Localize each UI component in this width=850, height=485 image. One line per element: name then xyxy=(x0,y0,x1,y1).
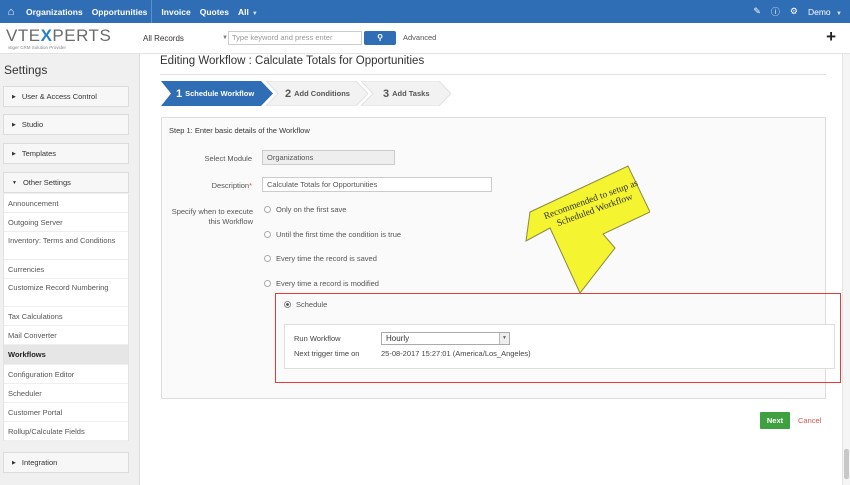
logo-wordmark: VTEXPERTS xyxy=(6,26,112,45)
caret-right-icon: ▶ xyxy=(12,121,16,128)
option-schedule[interactable]: Schedule xyxy=(284,300,327,309)
annotation-arrow xyxy=(525,165,650,294)
chevron-down-icon: ▼ xyxy=(251,10,258,17)
run-workflow-label: Run Workflow xyxy=(294,334,341,343)
next-trigger-label: Next trigger time on xyxy=(294,349,360,358)
records-dropdown[interactable]: All Records ▼ xyxy=(143,31,228,45)
home-icon[interactable]: ⌂ xyxy=(0,6,22,18)
option-every-save[interactable]: Every time the record is saved xyxy=(264,254,377,263)
nav-opportunities[interactable]: Opportunities xyxy=(92,7,148,17)
step-3-label: 3 Add Tasks xyxy=(383,88,430,100)
description-input[interactable]: Calculate Totals for Opportunities xyxy=(262,177,492,192)
search-button[interactable]: ⚲ xyxy=(364,31,396,45)
gear-icon[interactable]: ⚙ xyxy=(790,6,798,17)
search-input[interactable]: Type keyword and press enter xyxy=(228,31,362,45)
next-trigger-value: 25-08-2017 15:27:01 (America/Los_Angeles… xyxy=(381,349,531,358)
user-menu[interactable]: Demo ▼ xyxy=(808,7,842,17)
nav-organizations[interactable]: Organizations xyxy=(26,7,83,17)
chevron-down-icon: ▼ xyxy=(836,10,842,17)
sidebar-item-mail-converter[interactable]: Mail Converter xyxy=(4,326,128,346)
chevron-down-icon: ▼ xyxy=(499,333,509,344)
step-schedule-workflow[interactable]: 1 Schedule Workflow xyxy=(161,81,273,106)
scrollbar[interactable] xyxy=(842,54,850,485)
records-dropdown-label: All Records xyxy=(143,33,184,43)
top-right-tools: ✎ ⓘ ⚙ Demo ▼ xyxy=(753,0,842,23)
radio-button[interactable] xyxy=(264,280,271,287)
run-workflow-value: Hourly xyxy=(386,334,410,343)
select-module-label: Select Module xyxy=(204,154,252,163)
option-until-condition[interactable]: Until the first time the condition is tr… xyxy=(264,230,401,239)
radio-button[interactable] xyxy=(264,255,271,262)
next-button[interactable]: Next xyxy=(760,412,790,429)
advanced-search-link[interactable]: Advanced xyxy=(403,33,436,42)
scrollbar-thumb[interactable] xyxy=(844,449,849,479)
sidebar-item-outgoing-server[interactable]: Outgoing Server xyxy=(4,213,128,233)
divider xyxy=(160,74,826,75)
execute-when-label: Specify when to execute this Workflow xyxy=(171,207,253,226)
settings-sidebar: Settings ▶ User & Access Control ▶ Studio … xyxy=(0,54,140,485)
workflow-details-panel: Step 1: Enter basic details of the Workf… xyxy=(161,117,841,399)
sidebar-section-other-settings[interactable]: ▼ Other Settings xyxy=(3,172,129,193)
wizard-steps: 1 Schedule Workflow 2 Add Conditions 3 Add … xyxy=(161,81,481,106)
nav-divider xyxy=(151,0,153,23)
logo-tagline: vtiger CRM Solution Provider xyxy=(8,45,67,50)
search-icon: ⚲ xyxy=(377,33,383,42)
schedule-settings-box: Run Workflow Hourly ▼ Next trigger time o… xyxy=(284,324,835,369)
sidebar-section-templates[interactable]: ▶ Templates xyxy=(3,143,129,164)
sidebar-item-tax-calculations[interactable]: Tax Calculations xyxy=(4,307,128,327)
schedule-highlight-box: Schedule Run Workflow Hourly ▼ Next trigg… xyxy=(275,293,841,383)
pencil-icon[interactable]: ✎ xyxy=(753,6,761,17)
sidebar-item-customer-portal[interactable]: Customer Portal xyxy=(4,403,128,422)
step-heading: Step 1: Enter basic details of the Workf… xyxy=(169,126,310,135)
user-name: Demo xyxy=(807,6,831,17)
sidebar-item-announcement[interactable]: Announcement xyxy=(4,194,128,214)
step-2-label: 2 Add Conditions xyxy=(285,88,350,100)
sidebar-item-workflows[interactable]: Workflows xyxy=(4,345,128,365)
logo[interactable]: VTEXPERTS vtiger CRM Solution Provider xyxy=(6,27,126,51)
caret-right-icon: ▶ xyxy=(12,150,16,157)
search-bar-row: VTEXPERTS vtiger CRM Solution Provider A… xyxy=(0,23,850,54)
sidebar-item-configuration-editor[interactable]: Configuration Editor xyxy=(4,365,128,384)
add-icon[interactable]: + xyxy=(826,28,836,46)
sidebar-item-customize-numbering[interactable]: Customize Record Numbering xyxy=(4,279,128,308)
radio-button-selected[interactable] xyxy=(284,301,291,308)
step-add-tasks[interactable]: 3 Add Tasks xyxy=(361,81,451,106)
radio-button[interactable] xyxy=(264,231,271,238)
sidebar-item-inventory-terms[interactable]: Inventory: Terms and Conditions xyxy=(4,232,128,261)
step-1-label: 1 Schedule Workflow xyxy=(176,88,255,100)
sidebar-item-scheduler[interactable]: Scheduler xyxy=(4,384,128,403)
main-content: Editing Workflow : Calculate Totals for … xyxy=(141,54,850,485)
page-title: Editing Workflow : Calculate Totals for … xyxy=(160,55,425,67)
select-module-field: Organizations xyxy=(262,150,395,165)
nav-quotes[interactable]: Quotes xyxy=(200,7,229,17)
option-every-modify[interactable]: Every time a record is modified xyxy=(264,279,379,288)
sidebar-item-currencies[interactable]: Currencies xyxy=(4,260,128,280)
step-add-conditions[interactable]: 2 Add Conditions xyxy=(266,81,368,106)
sidebar-section-studio[interactable]: ▶ Studio xyxy=(3,114,129,135)
run-workflow-select[interactable]: Hourly ▼ xyxy=(381,332,510,345)
nav-invoice[interactable]: Invoice xyxy=(161,7,190,17)
radio-button[interactable] xyxy=(264,206,271,213)
sidebar-title: Settings xyxy=(4,63,48,77)
description-label: Description* xyxy=(211,181,252,190)
cancel-link[interactable]: Cancel xyxy=(798,416,821,425)
sidebar-section-user-access[interactable]: ▶ User & Access Control xyxy=(3,86,129,107)
top-nav-bar: ⌂ Organizations Opportunities Invoice Qu… xyxy=(0,0,850,23)
nav-all-label: All xyxy=(238,6,249,17)
option-first-save[interactable]: Only on the first save xyxy=(264,205,346,214)
caret-down-icon: ▼ xyxy=(12,179,17,186)
info-icon[interactable]: ⓘ xyxy=(771,5,780,18)
caret-right-icon: ▶ xyxy=(12,459,16,466)
caret-right-icon: ▶ xyxy=(12,93,16,100)
sidebar-section-integration[interactable]: ▶ Integration xyxy=(3,452,129,473)
nav-all[interactable]: All ▼ xyxy=(238,7,258,17)
sidebar-item-rollup-fields[interactable]: Rollup/Calculate Fields xyxy=(4,422,128,441)
other-settings-list: Announcement Outgoing Server Inventory: … xyxy=(3,194,129,441)
